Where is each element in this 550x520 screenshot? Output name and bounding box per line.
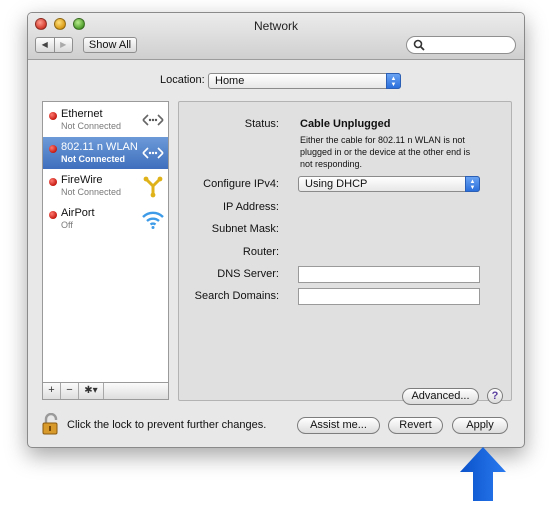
help-button[interactable]: ? xyxy=(487,388,503,404)
remove-service-button[interactable]: − xyxy=(61,383,79,399)
forward-button[interactable]: ▶ xyxy=(53,38,73,52)
status-label: Status: xyxy=(244,118,279,130)
up-arrow-icon xyxy=(460,447,506,501)
service-name: FireWire xyxy=(61,174,103,186)
configure-ipv4-value: Using DHCP xyxy=(305,178,368,190)
dns-server-field[interactable] xyxy=(298,266,480,283)
service-status: Not Connected xyxy=(61,121,122,131)
service-list-toolbar: + − ✱▾ xyxy=(42,383,169,400)
airport-icon xyxy=(142,211,164,229)
assist-me-button[interactable]: Assist me... xyxy=(297,417,380,434)
advanced-button[interactable]: Advanced... xyxy=(402,388,479,405)
show-all-button[interactable]: Show All xyxy=(83,37,137,53)
status-indicator xyxy=(49,112,57,120)
service-name: 802.11 n WLAN xyxy=(61,141,138,153)
popup-arrows-icon: ▲ ▼ xyxy=(386,73,401,89)
router-label: Router: xyxy=(242,246,279,258)
service-status: Off xyxy=(61,220,73,230)
service-item-airport[interactable]: AirPort Off xyxy=(43,203,168,235)
service-name: Ethernet xyxy=(61,108,103,120)
service-list: Ethernet Not Connected 802.11 n WLAN Not… xyxy=(42,101,169,383)
apply-button[interactable]: Apply xyxy=(452,417,508,434)
search-field[interactable] xyxy=(406,36,516,54)
back-button[interactable]: ◀ xyxy=(36,38,54,52)
status-description: Either the cable for 802.11 n WLAN is no… xyxy=(300,135,471,169)
location-value: Home xyxy=(215,75,245,87)
service-item-wlan[interactable]: 802.11 n WLAN Not Connected xyxy=(43,137,168,169)
location-label: Location: xyxy=(160,74,205,86)
lock-icon[interactable] xyxy=(42,413,60,435)
title-bar: Network ◀ ▶ Show All xyxy=(28,13,524,60)
ethernet-icon xyxy=(142,114,164,126)
ip-address-label: IP Address: xyxy=(222,201,279,213)
network-preferences-window: Network ◀ ▶ Show All Location: Home ▲ ▼ E… xyxy=(27,12,525,448)
status-value: Cable Unplugged xyxy=(300,118,391,130)
configure-ipv4-label: Configure IPv4: xyxy=(203,178,279,190)
search-icon xyxy=(413,39,425,51)
add-service-button[interactable]: + xyxy=(43,383,61,399)
firewire-icon xyxy=(143,176,163,198)
revert-button[interactable]: Revert xyxy=(388,417,443,434)
ethernet-icon xyxy=(142,147,164,159)
gear-menu-button[interactable]: ✱▾ xyxy=(79,383,104,399)
status-indicator xyxy=(49,178,57,186)
service-item-ethernet[interactable]: Ethernet Not Connected xyxy=(43,104,168,136)
service-status: Not Connected xyxy=(61,187,122,197)
search-domains-field[interactable] xyxy=(298,288,480,305)
service-detail-panel: Status: Cable Unplugged Either the cable… xyxy=(178,101,512,405)
status-indicator xyxy=(49,145,57,153)
lock-message: Click the lock to prevent further change… xyxy=(67,419,267,431)
search-domains-label: Search Domains: xyxy=(194,290,279,302)
subnet-mask-label: Subnet Mask: xyxy=(211,223,279,235)
window-title: Network xyxy=(253,19,298,33)
back-forward-control: ◀ ▶ xyxy=(35,37,73,53)
configure-ipv4-popup[interactable]: Using DHCP ▲ ▼ xyxy=(298,176,480,192)
popup-arrows-icon: ▲ ▼ xyxy=(465,176,480,192)
service-status: Not Connected xyxy=(61,154,125,164)
status-indicator xyxy=(49,211,57,219)
location-popup[interactable]: Home ▲ ▼ xyxy=(208,73,401,89)
service-name: AirPort xyxy=(61,207,95,219)
dns-server-label: DNS Server: xyxy=(217,268,279,280)
service-item-firewire[interactable]: FireWire Not Connected xyxy=(43,170,168,202)
